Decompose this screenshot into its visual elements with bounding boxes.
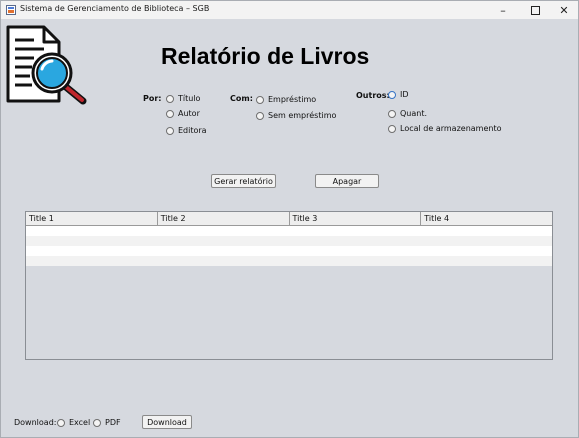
- radio-quantity[interactable]: Quant.: [388, 109, 427, 118]
- column-header[interactable]: Title 3: [290, 212, 422, 225]
- radio-author-label: Autor: [178, 109, 200, 118]
- clear-button[interactable]: Apagar: [315, 174, 379, 188]
- generate-report-button[interactable]: Gerar relatório: [211, 174, 276, 188]
- radio-publisher[interactable]: Editora: [166, 126, 207, 135]
- column-header[interactable]: Title 1: [26, 212, 158, 225]
- document-search-icon: [6, 25, 87, 105]
- column-header[interactable]: Title 2: [158, 212, 290, 225]
- radio-button-icon: [93, 418, 101, 427]
- radio-id-label: ID: [400, 90, 409, 99]
- radio-title[interactable]: Título: [166, 94, 200, 103]
- radio-title-label: Título: [178, 94, 201, 103]
- minimize-button[interactable]: –: [489, 1, 517, 19]
- table-row[interactable]: [26, 236, 552, 246]
- radio-storage-location-label: Local de armazenamento: [400, 124, 502, 133]
- radio-button-icon: [388, 90, 396, 99]
- java-app-icon: [6, 5, 16, 15]
- filter-by-label: Por:: [143, 94, 162, 103]
- app-window: Sistema de Gerenciamento de Biblioteca –…: [0, 0, 579, 438]
- table-row[interactable]: [26, 246, 552, 256]
- maximize-icon: [530, 5, 540, 15]
- radio-excel[interactable]: Excel: [57, 418, 90, 427]
- filter-other-label: Outros:: [356, 91, 390, 100]
- window-title: Sistema de Gerenciamento de Biblioteca –…: [20, 4, 210, 13]
- radio-button-icon: [166, 109, 174, 118]
- download-button[interactable]: Download: [142, 415, 192, 429]
- radio-button-icon: [57, 418, 65, 427]
- radio-pdf-label: PDF: [105, 418, 121, 427]
- table-row[interactable]: [26, 226, 552, 236]
- column-header[interactable]: Title 4: [421, 212, 552, 225]
- report-table[interactable]: Title 1 Title 2 Title 3 Title 4: [25, 211, 553, 360]
- table-body: [26, 226, 552, 266]
- radio-author[interactable]: Autor: [166, 109, 200, 118]
- radio-loan-label: Empréstimo: [268, 95, 317, 104]
- radio-publisher-label: Editora: [178, 126, 207, 135]
- radio-loan[interactable]: Empréstimo: [256, 95, 316, 104]
- radio-button-icon: [256, 95, 264, 104]
- page-title: Relatório de Livros: [161, 43, 370, 69]
- radio-button-icon: [166, 126, 174, 135]
- table-header: Title 1 Title 2 Title 3 Title 4: [26, 212, 552, 226]
- filter-with-label: Com:: [230, 94, 253, 103]
- title-bar[interactable]: Sistema de Gerenciamento de Biblioteca –…: [1, 1, 578, 19]
- radio-button-icon: [388, 109, 396, 118]
- download-label: Download:: [14, 418, 57, 427]
- radio-quantity-label: Quant.: [400, 109, 428, 118]
- radio-no-loan-label: Sem empréstimo: [268, 111, 337, 120]
- table-row[interactable]: [26, 256, 552, 266]
- maximize-button[interactable]: [521, 1, 549, 19]
- radio-id[interactable]: ID: [388, 90, 409, 99]
- radio-pdf[interactable]: PDF: [93, 418, 121, 427]
- close-button[interactable]: ✕: [550, 1, 578, 19]
- radio-no-loan[interactable]: Sem empréstimo: [256, 111, 336, 120]
- radio-storage-location[interactable]: Local de armazenamento: [388, 124, 501, 133]
- radio-button-icon: [166, 94, 174, 103]
- radio-excel-label: Excel: [69, 418, 91, 427]
- radio-button-icon: [388, 124, 396, 133]
- radio-button-icon: [256, 111, 264, 120]
